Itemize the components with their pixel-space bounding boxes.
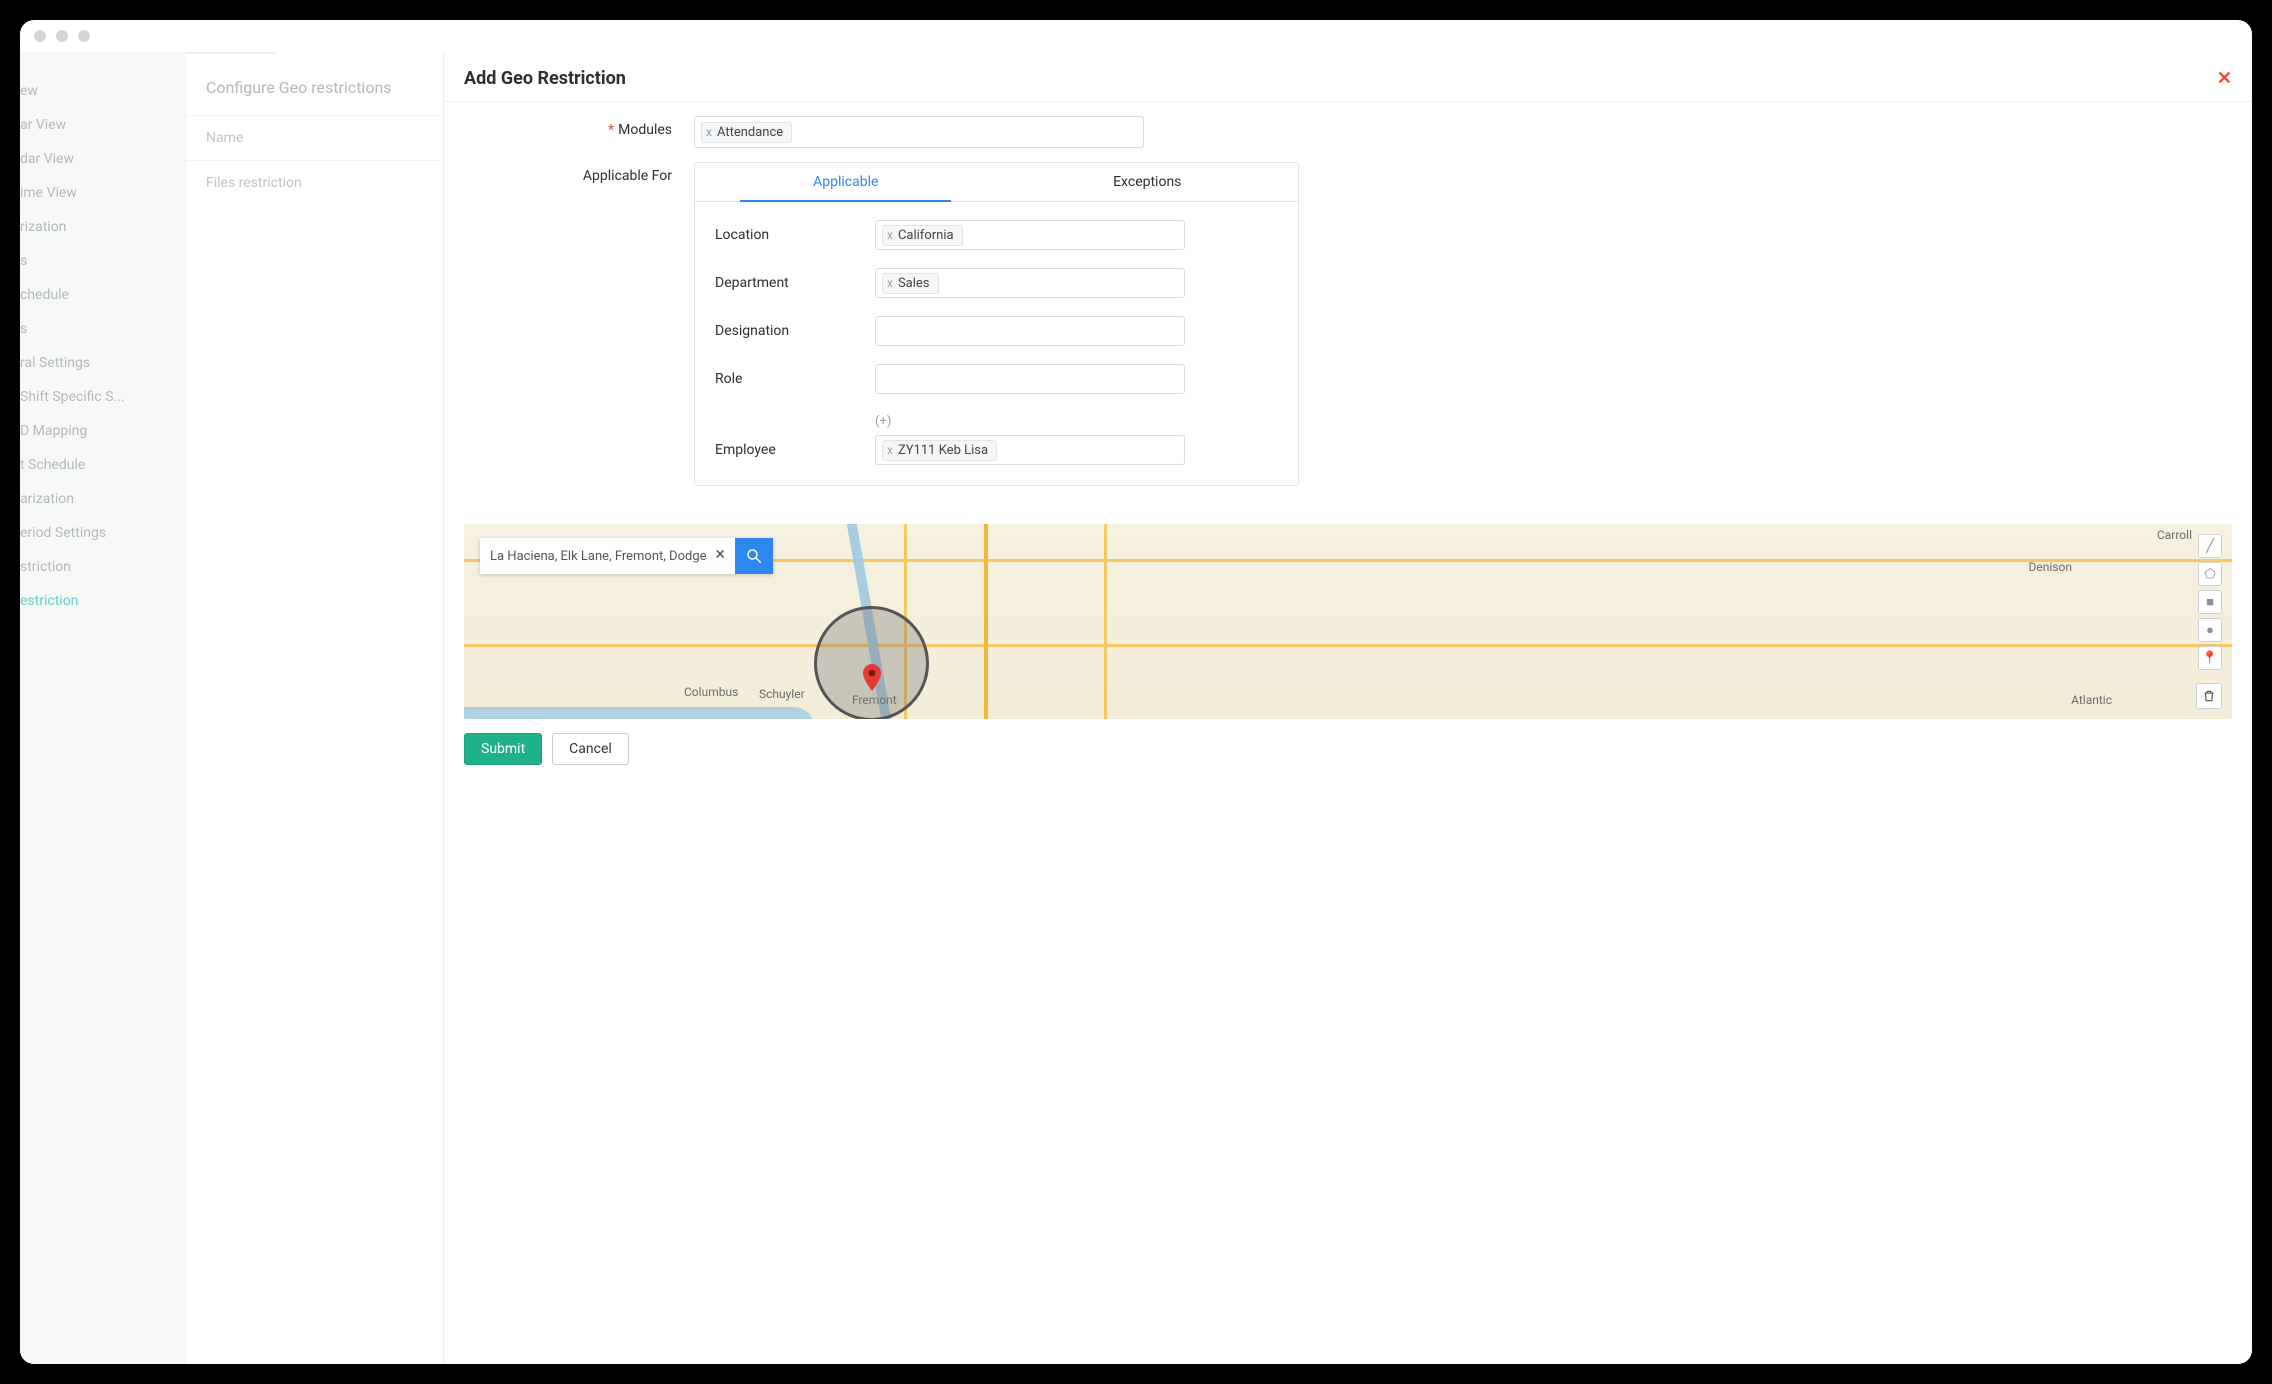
modules-label: *Modules [464, 116, 694, 138]
titlebar [20, 20, 2252, 52]
main-panel: Add Geo Restriction ✕ *Modules xAttendan… [443, 52, 2252, 1364]
employee-input[interactable]: xZY111 Keb Lisa [875, 435, 1185, 465]
map-search: × [480, 538, 773, 574]
sidebar-item[interactable]: D Mapping [20, 414, 185, 448]
designation-label: Designation [715, 323, 875, 339]
remove-tag-icon[interactable]: x [887, 228, 893, 242]
applicable-container: Applicable Exceptions Location xCaliforn… [694, 162, 1299, 486]
employee-label: Employee [715, 442, 875, 458]
module-tag: xAttendance [701, 122, 792, 143]
sidebar-item[interactable]: chedule [20, 278, 185, 312]
draw-rectangle-icon[interactable]: ■ [2198, 590, 2222, 614]
footer: Submit Cancel [444, 719, 2252, 781]
designation-input[interactable] [875, 316, 1185, 346]
location-input[interactable]: xCalifornia [875, 220, 1185, 250]
close-icon[interactable]: ✕ [2217, 68, 2232, 89]
configure-heading: Configure Geo restrictions [186, 52, 276, 115]
sidebar-item[interactable]: striction [20, 550, 185, 584]
tabs-body: Location xCalifornia Department [695, 202, 1298, 485]
clear-search-icon[interactable]: × [715, 544, 725, 565]
department-label: Department [715, 275, 875, 291]
remove-tag-icon[interactable]: x [887, 443, 893, 457]
draw-marker-icon[interactable]: 📍 [2198, 646, 2222, 670]
map-city-label: Denison [2029, 560, 2072, 574]
app: ewar Viewdar Viewime Viewrizationschedul… [20, 52, 2252, 1364]
sidebar-item[interactable]: Shift Specific S... [20, 380, 185, 414]
sidebar-item[interactable]: eriod Settings [20, 516, 185, 550]
remove-tag-icon[interactable]: x [887, 276, 893, 290]
sidebar-item[interactable]: rization [20, 210, 185, 244]
draw-circle-icon[interactable]: ● [2198, 618, 2222, 642]
map-pin-icon[interactable] [864, 674, 884, 694]
sidebar-item[interactable]: t Schedule [20, 448, 185, 482]
search-button[interactable] [735, 538, 773, 574]
role-label: Role [715, 371, 875, 387]
configure-panel: Configure Geo restrictions Name Files re… [185, 52, 443, 1364]
role-input[interactable] [875, 364, 1185, 394]
sidebar-item[interactable]: dar View [20, 142, 185, 176]
map-delete-icon[interactable] [2196, 683, 2222, 709]
map-draw-tools: ╱ ⬠ ■ ● 📍 [2198, 534, 2222, 670]
window-dot[interactable] [34, 30, 46, 42]
sidebar-item[interactable]: ime View [20, 176, 185, 210]
map-city-label: Schuyler [759, 687, 805, 701]
tab-exceptions[interactable]: Exceptions [997, 163, 1299, 201]
window-frame: ewar Viewdar Viewime Viewrizationschedul… [20, 20, 2252, 1364]
form-area: *Modules xAttendance Applicable For Appl… [444, 102, 2252, 500]
sidebar-item[interactable]: ar View [20, 108, 185, 142]
map[interactable]: Carroll Denison Atlantic Columbus Schuyl… [464, 524, 2232, 719]
draw-polygon-icon[interactable]: ⬠ [2198, 562, 2222, 586]
sidebar-item[interactable]: s [20, 312, 185, 346]
geo-radius-circle[interactable] [814, 606, 929, 719]
applicable-for-label: Applicable For [464, 162, 694, 184]
sidebar-item[interactable]: ral Settings [20, 346, 185, 380]
modal-header: Add Geo Restriction ✕ [444, 52, 2252, 102]
restriction-row[interactable]: Files restriction [186, 161, 443, 205]
column-header-name: Name [186, 115, 443, 161]
add-more-link[interactable]: (+) [715, 412, 1278, 435]
remove-tag-icon[interactable]: x [706, 125, 712, 139]
draw-line-icon[interactable]: ╱ [2198, 534, 2222, 558]
tab-applicable[interactable]: Applicable [695, 163, 997, 201]
cancel-button[interactable]: Cancel [552, 733, 629, 765]
modal-title: Add Geo Restriction [464, 68, 626, 89]
modules-input[interactable]: xAttendance [694, 116, 1144, 148]
department-input[interactable]: xSales [875, 268, 1185, 298]
window-dot[interactable] [56, 30, 68, 42]
sidebar-item[interactable]: arization [20, 482, 185, 516]
submit-button[interactable]: Submit [464, 733, 542, 765]
location-label: Location [715, 227, 875, 243]
map-search-input[interactable] [480, 538, 735, 574]
map-city-label: Atlantic [2071, 693, 2112, 707]
map-city-label: Carroll [2157, 528, 2192, 542]
window-dot[interactable] [78, 30, 90, 42]
sidebar-item[interactable]: s [20, 244, 185, 278]
sidebar-item[interactable]: ew [20, 74, 185, 108]
sidebar: ewar Viewdar Viewime Viewrizationschedul… [20, 52, 185, 1364]
tabs: Applicable Exceptions [695, 163, 1298, 202]
search-icon [745, 547, 763, 565]
sidebar-item[interactable]: estriction [20, 584, 185, 618]
map-city-label: Columbus [684, 685, 738, 699]
